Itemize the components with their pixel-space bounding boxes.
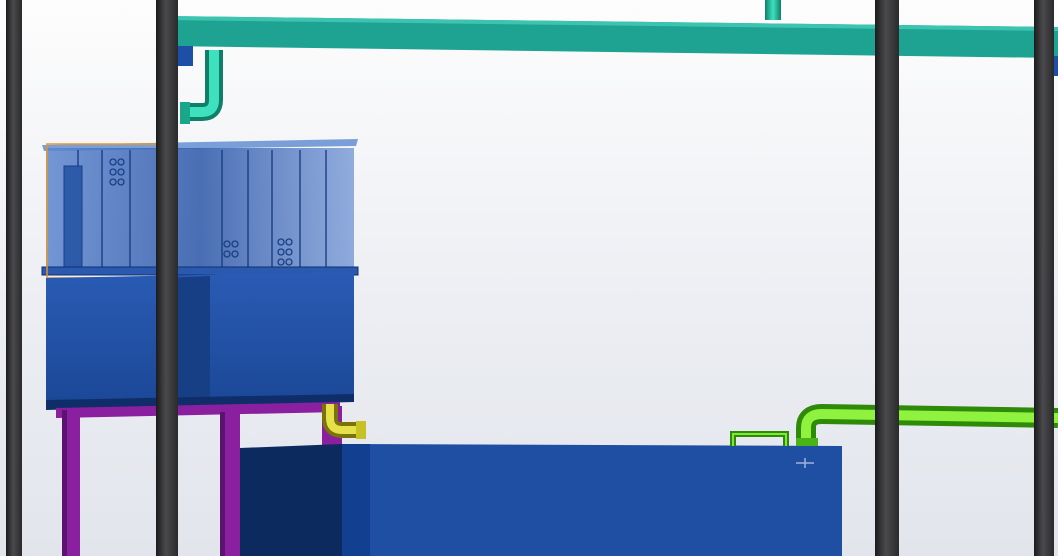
- column-center-left: [156, 0, 178, 556]
- lower-tank[interactable]: [240, 444, 842, 556]
- teal-riser[interactable]: [765, 0, 781, 20]
- upper-tank[interactable]: [41, 139, 359, 279]
- column-center-right: [875, 0, 899, 556]
- overhead-beam[interactable]: [163, 16, 1058, 76]
- cad-scene[interactable]: [0, 0, 1058, 556]
- column-right: [1034, 0, 1054, 556]
- cad-viewport[interactable]: [0, 0, 1058, 556]
- tank-handle[interactable]: [730, 431, 789, 446]
- column-left: [6, 0, 22, 556]
- green-pipe[interactable]: [796, 403, 1058, 446]
- olive-pipe[interactable]: [322, 404, 366, 439]
- middle-tank[interactable]: [46, 272, 354, 410]
